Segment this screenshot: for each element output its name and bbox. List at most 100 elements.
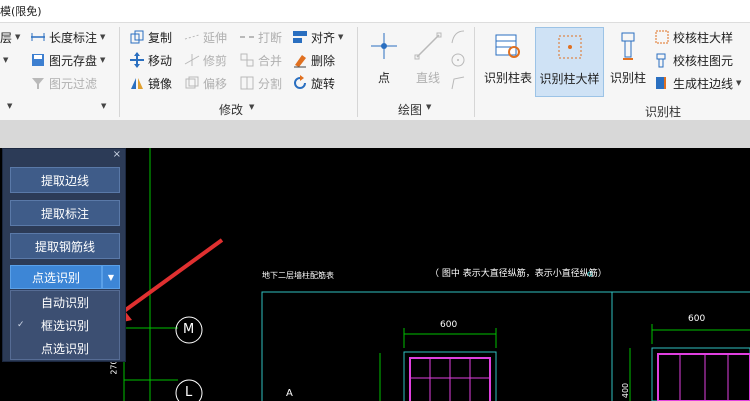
col1-collapse[interactable]: ▼: [4, 96, 12, 116]
menu-item-point-select[interactable]: 点选识别: [11, 337, 119, 359]
align-button[interactable]: 对齐 ▼: [292, 27, 343, 47]
point-button[interactable]: 点: [364, 27, 404, 95]
save-icon: [30, 52, 46, 68]
column-icon: [613, 31, 643, 61]
move-label: 移动: [148, 53, 173, 68]
ribbon: 层▼ ▼ ▼ 长度标注▼ 图元存盘▼ 图元过滤 ▼ 复制 移动 镜像 延伸: [0, 22, 750, 122]
column-edge-icon: [654, 75, 670, 91]
table-caption: 地下二层墙柱配筋表: [262, 271, 334, 280]
recognize-column-button[interactable]: 识别柱: [606, 27, 650, 95]
length-dim-label: 长度标注: [49, 30, 98, 45]
draw-group-chevron-icon[interactable]: ▼: [426, 103, 431, 111]
annotation-arrow: [118, 238, 224, 316]
delete-button[interactable]: 删除: [292, 50, 335, 70]
recognize-column-detail-button[interactable]: 识别柱大样: [535, 27, 604, 97]
extract-edge-button[interactable]: 提取边线: [10, 167, 120, 193]
window-title: 模(限免): [0, 5, 42, 18]
extend-label: 延伸: [203, 30, 228, 45]
line-label: 直线: [415, 71, 440, 85]
length-dim-button[interactable]: 长度标注 ▼: [30, 27, 105, 47]
extract-label-button[interactable]: 提取标注: [10, 200, 120, 226]
recognition-panel: × 提取边线 提取标注 提取钢筋线 点选识别 ▼ 自动识别 ✓ 框选识别 点选识…: [2, 148, 126, 362]
check-column-detail-button[interactable]: 校核柱大样: [654, 27, 733, 47]
draw-group-label: 绘图: [398, 103, 423, 117]
mirror-label: 镜像: [148, 76, 173, 91]
check-column-element-button[interactable]: 校核柱图元: [654, 50, 733, 70]
vertical-dimension: 400: [621, 382, 631, 399]
offset-button[interactable]: 偏移: [184, 73, 227, 93]
column-detail-icon: [555, 32, 585, 62]
mirror-icon: [129, 75, 145, 91]
copy-label: 复制: [148, 30, 173, 45]
extract-rebar-button[interactable]: 提取钢筋线: [10, 233, 120, 259]
separator: [474, 27, 475, 117]
stirrup: [657, 353, 750, 401]
trim-button[interactable]: 修剪: [184, 50, 227, 70]
chevron-down-icon: ▼: [101, 102, 107, 110]
modify-group-label: 修改: [219, 103, 244, 117]
chevron-down-icon: ▼: [7, 102, 13, 110]
polyline-tool-icon[interactable]: [450, 75, 466, 94]
point-select-button[interactable]: 点选识别: [10, 265, 102, 289]
point-icon: [369, 31, 399, 61]
rotate-button[interactable]: 旋转: [292, 73, 335, 93]
point-label: 点: [377, 71, 390, 85]
check-detail-icon: [654, 29, 670, 45]
mirror-button[interactable]: 镜像: [129, 73, 172, 93]
menu-item-box-select-label: 框选识别: [40, 318, 89, 333]
legend-note: （ 图中 表示大直径纵筋，表示小直径纵筋）: [430, 269, 607, 279]
length-dim-icon: [30, 29, 46, 45]
recognize-column-label: 识别柱: [609, 71, 646, 85]
break-icon: [239, 29, 255, 45]
arc-tool-icon[interactable]: [450, 29, 466, 48]
merge-icon: [239, 52, 255, 68]
move-icon: [129, 52, 145, 68]
check-column-element-label: 校核柱图元: [673, 53, 734, 68]
section-letter: A: [286, 388, 293, 399]
element-filter-label: 图元过滤: [49, 76, 98, 91]
circle-tool-icon[interactable]: [450, 52, 466, 71]
copy-button[interactable]: 复制: [129, 27, 172, 47]
chevron-down-icon: ▼: [100, 33, 106, 41]
delete-label: 删除: [311, 53, 336, 68]
recognize-column-detail-label: 识别柱大样: [539, 72, 600, 86]
element-save-button[interactable]: 图元存盘 ▼: [30, 50, 105, 70]
menu-item-auto[interactable]: 自动识别: [11, 291, 119, 313]
break-button[interactable]: 打断: [239, 27, 282, 47]
line-button[interactable]: 直线: [408, 27, 448, 95]
title-bar: 模(限免): [0, 0, 750, 22]
col2-collapse[interactable]: ▼: [98, 96, 106, 116]
chevron-down-icon[interactable]: ▼: [102, 265, 120, 289]
generate-column-edge-button[interactable]: 生成柱边线 ▼: [654, 73, 741, 93]
extend-icon: [184, 29, 200, 45]
modify-group-chevron-icon[interactable]: ▼: [249, 103, 254, 111]
extend-button[interactable]: 延伸: [184, 27, 227, 47]
copy-icon: [129, 29, 145, 45]
element-filter-button[interactable]: 图元过滤: [30, 73, 97, 93]
split-button[interactable]: 分割: [239, 73, 282, 93]
column-table-icon: [493, 31, 523, 61]
dimension-600: 600: [688, 314, 706, 324]
col1-dropdown[interactable]: ▼: [0, 50, 8, 70]
split-icon: [239, 75, 255, 91]
eraser-icon: [292, 52, 308, 68]
merge-label: 合并: [258, 53, 283, 68]
layer-label: 层: [0, 30, 13, 45]
break-label: 打断: [258, 30, 283, 45]
check-column-detail-label: 校核柱大样: [673, 30, 734, 45]
axis-label-l: L: [185, 385, 193, 400]
layer-item[interactable]: 层 ▼: [0, 27, 20, 47]
recognize-column-table-label: 识别柱表: [483, 71, 532, 85]
merge-button[interactable]: 合并: [239, 50, 282, 70]
offset-label: 偏移: [203, 76, 228, 91]
generate-column-edge-label: 生成柱边线: [673, 76, 734, 91]
section-outline: [651, 347, 750, 401]
filter-icon: [30, 75, 46, 91]
menu-item-box-select[interactable]: ✓ 框选识别: [11, 314, 119, 336]
move-button[interactable]: 移动: [129, 50, 172, 70]
close-icon[interactable]: ×: [113, 149, 121, 160]
align-icon: [292, 29, 308, 45]
rotate-icon: [292, 75, 308, 91]
recognize-column-table-button[interactable]: 识别柱表: [481, 27, 535, 95]
offset-icon: [184, 75, 200, 91]
